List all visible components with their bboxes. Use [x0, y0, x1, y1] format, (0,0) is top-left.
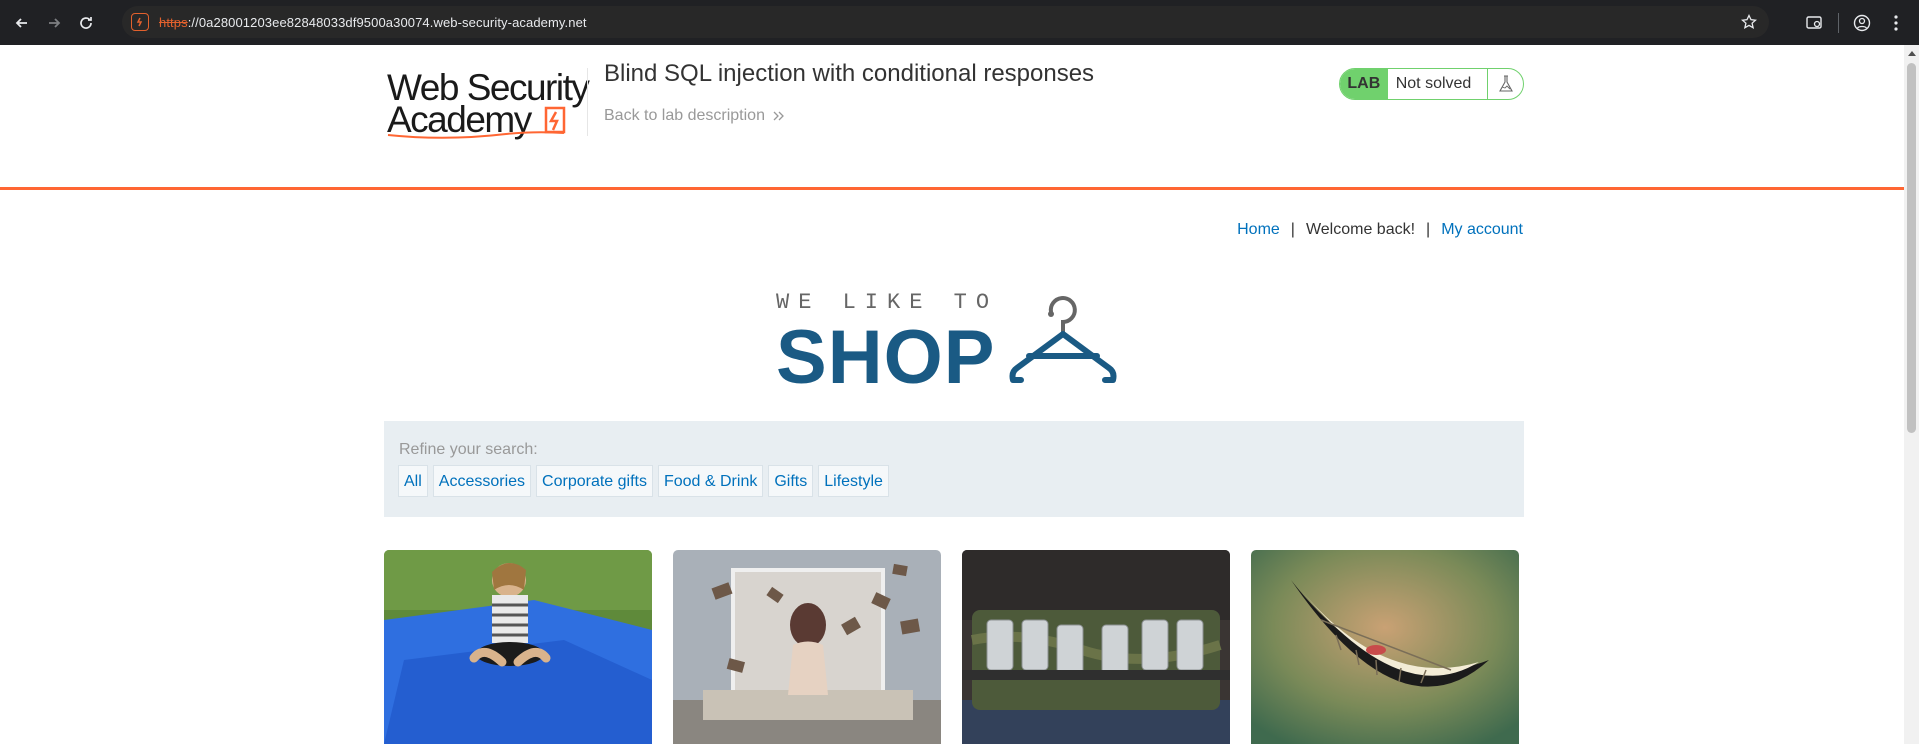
browser-toolbar: https://0a28001203ee82848033df9500a30074… [0, 0, 1919, 45]
filter-category-lifestyle[interactable]: Lifestyle [818, 465, 889, 497]
lab-status-text: Not solved [1395, 75, 1472, 92]
nav-separator: | [1290, 221, 1295, 238]
product-image-beer-belt[interactable] [962, 550, 1230, 744]
filter-category-food-drink[interactable]: Food & Drink [657, 465, 764, 497]
site-favicon-icon [131, 13, 149, 31]
back-link-label: Back to lab description [604, 107, 765, 124]
home-link[interactable]: Home [1237, 221, 1280, 239]
address-bar[interactable]: https://0a28001203ee82848033df9500a30074… [122, 6, 1769, 38]
profile-icon[interactable] [1845, 6, 1879, 40]
lab-status-widget: LAB Not solved [1339, 68, 1524, 100]
forward-arrow-icon[interactable] [40, 9, 68, 37]
product-image-beanbag[interactable] [384, 550, 652, 744]
bookmark-star-icon[interactable] [1740, 13, 1758, 35]
shop-logo: WE LIKE TO SHOP [776, 288, 1136, 400]
product-image-floating-books[interactable] [673, 550, 941, 744]
lab-header: Web Security Academy Blind SQL injection… [0, 45, 1904, 190]
product-image-cheshire-grin[interactable] [1251, 550, 1519, 744]
page-scrollbar[interactable] [1904, 45, 1919, 744]
web-security-academy-logo[interactable]: Web Security Academy [384, 67, 590, 182]
menu-kebab-icon[interactable] [1879, 6, 1913, 40]
logo-swoosh [387, 131, 565, 139]
filter-label: Refine your search: [399, 441, 538, 458]
shop-logo-wordmark: SHOP [776, 315, 996, 400]
filter-category-accessories[interactable]: Accessories [432, 465, 532, 497]
account-nav: Home | Welcome back! | My account [1237, 221, 1523, 239]
filter-category-corporate-gifts[interactable]: Corporate gifts [536, 465, 653, 497]
back-arrow-icon[interactable] [8, 9, 36, 37]
lab-title: Blind SQL injection with conditional res… [604, 60, 1095, 87]
url-scheme: https [159, 14, 188, 30]
filter-category-all[interactable]: All [398, 465, 428, 497]
reload-icon[interactable] [72, 9, 100, 37]
double-chevron-right-icon [773, 111, 784, 121]
hanger-icon [1009, 296, 1117, 383]
product-grid [384, 550, 1540, 744]
url-host: ://0a28001203ee82848033df9500a30074.web-… [187, 14, 587, 30]
tab-search-icon[interactable] [1798, 6, 1832, 40]
nav-separator: | [1426, 221, 1431, 238]
scrollbar-thumb[interactable] [1907, 63, 1916, 433]
header-divider [587, 68, 588, 136]
welcome-text: Welcome back! [1305, 221, 1416, 238]
scroll-up-arrow-icon[interactable] [1908, 51, 1916, 56]
back-to-lab-description-link[interactable]: Back to lab description [604, 107, 785, 125]
toolbar-divider [1838, 12, 1839, 33]
shop-logo-tagline: WE LIKE TO [776, 290, 999, 315]
filter-category-gifts[interactable]: Gifts [768, 465, 814, 497]
url-text: https://0a28001203ee82848033df9500a30074… [159, 15, 587, 30]
category-filter-list: All Accessories Corporate gifts Food & D… [398, 465, 894, 497]
lab-badge: LAB [1340, 69, 1388, 99]
flask-icon [1487, 69, 1523, 99]
search-filter-panel: Refine your search: All Accessories Corp… [384, 421, 1524, 517]
my-account-link[interactable]: My account [1441, 221, 1523, 239]
